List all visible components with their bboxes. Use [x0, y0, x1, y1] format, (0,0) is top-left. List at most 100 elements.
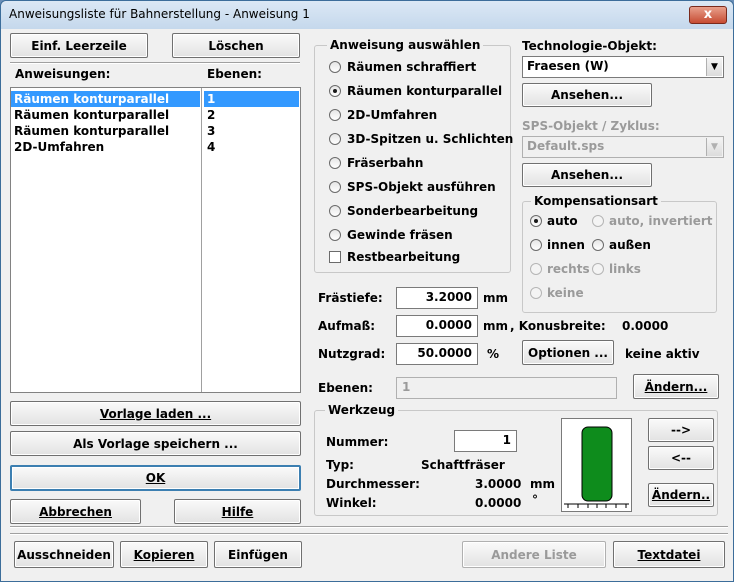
- depth-unit: mm: [483, 291, 509, 305]
- tool-preview: [561, 418, 632, 512]
- levels-column-header: Ebenen:: [207, 67, 262, 81]
- instruction-list[interactable]: Räumen konturparallel 1 Räumen konturparal…: [10, 87, 301, 393]
- help-button[interactable]: Hilfe: [174, 499, 301, 524]
- technology-view-button[interactable]: Ansehen...: [522, 83, 652, 107]
- comp-right-label: rechts: [547, 262, 590, 276]
- instruction-option-radio[interactable]: [329, 61, 341, 73]
- utilization-input[interactable]: 50.0000: [396, 343, 478, 365]
- rest-machining-label: Restbearbeitung: [347, 250, 461, 264]
- list-item-instruction[interactable]: Räumen konturparallel: [11, 123, 200, 139]
- tool-diameter-label: Durchmesser:: [326, 477, 420, 491]
- load-template-button[interactable]: Vorlage laden ...: [10, 401, 301, 426]
- levels-label: Ebenen:: [318, 381, 373, 395]
- paste-button[interactable]: Einfügen: [214, 541, 302, 568]
- window-title: Anweisungsliste für Bahnerstellung - Anw…: [9, 7, 310, 21]
- title-bar: Anweisungsliste für Bahnerstellung - Anw…: [1, 1, 733, 29]
- tool-angle-unit: °: [532, 493, 538, 507]
- tool-angle-label: Winkel:: [326, 496, 377, 510]
- options-button[interactable]: Optionen ...: [522, 340, 614, 365]
- comp-none-label: keine: [547, 286, 584, 300]
- previous-tool-button[interactable]: <--: [648, 446, 714, 470]
- instruction-option-radio[interactable]: [329, 109, 341, 121]
- copy-button[interactable]: Kopieren: [120, 541, 208, 568]
- comp-none-radio: [530, 287, 542, 299]
- cut-button[interactable]: Ausschneiden: [14, 541, 114, 568]
- save-template-button[interactable]: Als Vorlage speichern ...: [10, 431, 301, 456]
- list-item-level[interactable]: 3: [204, 123, 299, 139]
- list-item-instruction[interactable]: Räumen konturparallel: [11, 91, 200, 107]
- allowance-label: Aufmaß:: [318, 319, 376, 333]
- comp-outside-radio[interactable]: [592, 239, 604, 251]
- instruction-option-radio[interactable]: [329, 205, 341, 217]
- options-status: keine aktiv: [625, 347, 700, 361]
- column-divider: [201, 88, 202, 392]
- sps-label: SPS-Objekt / Zyklus:: [522, 119, 660, 133]
- chevron-down-icon: ▼: [706, 138, 722, 156]
- list-item-instruction[interactable]: Räumen konturparallel: [11, 107, 200, 123]
- comp-auto-radio[interactable]: [530, 215, 542, 227]
- cone-width-label: , Konusbreite:: [510, 319, 606, 333]
- sps-view-button[interactable]: Ansehen...: [522, 163, 652, 187]
- instruction-option-radio[interactable]: [329, 229, 341, 241]
- tool-legend: Werkzeug: [325, 403, 399, 417]
- tool-number-label: Nummer:: [326, 435, 389, 449]
- cancel-button[interactable]: Abbrechen: [10, 499, 141, 524]
- tool-shape: [581, 426, 613, 502]
- instruction-option-label: 3D-Spitzen u. Schlichten: [347, 132, 514, 146]
- chevron-down-icon: ▼: [706, 58, 722, 76]
- comp-inside-radio[interactable]: [530, 239, 542, 251]
- close-icon: x: [703, 7, 713, 22]
- instruction-option-radio[interactable]: [329, 85, 341, 97]
- rest-machining-checkbox[interactable]: [329, 251, 341, 263]
- other-list-button: Andere Liste: [462, 541, 606, 568]
- levels-input: 1: [396, 377, 617, 399]
- cone-width-value: 0.0000: [622, 319, 669, 333]
- list-item-level[interactable]: 2: [204, 107, 299, 123]
- instruction-option-radio[interactable]: [329, 181, 341, 193]
- comp-inside-label: innen: [547, 238, 585, 252]
- tool-number-input[interactable]: 1: [454, 430, 517, 452]
- comp-right-radio: [530, 263, 542, 275]
- instruction-option-radio[interactable]: [329, 133, 341, 145]
- comp-outside-label: außen: [609, 238, 651, 252]
- comp-auto-inverted-label: auto, invertiert: [609, 214, 713, 228]
- next-tool-button[interactable]: -->: [648, 418, 714, 442]
- dialog-body: Einf. Leerzeile Löschen Anweisungen: Ebe…: [5, 29, 729, 577]
- tool-diameter-unit: mm: [530, 477, 556, 491]
- utilization-unit: %: [487, 347, 500, 361]
- depth-label: Frästiefe:: [318, 291, 383, 305]
- tool-change-button[interactable]: Ändern..: [648, 483, 714, 507]
- allowance-input[interactable]: 0.0000: [396, 315, 478, 337]
- ok-button[interactable]: OK: [10, 465, 301, 491]
- instruction-option-label: Räumen konturparallel: [347, 84, 503, 98]
- tool-type-label: Typ:: [326, 458, 354, 472]
- instruction-option-label: Räumen schraffiert: [347, 60, 477, 74]
- bottom-divider-2: [10, 533, 728, 535]
- sps-select: Default.sps ▼: [522, 136, 724, 158]
- depth-input[interactable]: 3.2000: [396, 287, 478, 309]
- comp-auto-inverted-radio: [592, 215, 604, 227]
- tool-scale-ticks: [567, 504, 627, 508]
- bottom-divider-1: [10, 526, 728, 528]
- delete-button[interactable]: Löschen: [172, 33, 300, 58]
- comp-auto-label: auto: [547, 214, 578, 228]
- technology-select[interactable]: Fraesen (W) ▼: [522, 56, 724, 78]
- compensation-legend: Kompensationsart: [531, 194, 661, 208]
- instruction-option-radio[interactable]: [329, 157, 341, 169]
- levels-change-button[interactable]: Ändern...: [633, 374, 719, 399]
- list-item-instruction[interactable]: 2D-Umfahren: [11, 139, 200, 155]
- allowance-unit: mm: [483, 319, 509, 333]
- tool-diameter-value: 3.0000: [475, 477, 522, 491]
- close-button[interactable]: x: [689, 6, 727, 24]
- tool-type-value: Schaftfräser: [421, 458, 505, 472]
- list-item-level[interactable]: 4: [204, 139, 299, 155]
- comp-left-label: links: [609, 262, 641, 276]
- instruction-option-label: Gewinde fräsen: [347, 228, 453, 242]
- text-file-button[interactable]: Textdatei: [613, 541, 725, 568]
- technology-label: Technologie-Objekt:: [522, 39, 657, 53]
- instruction-option-label: Sonderbearbeitung: [347, 204, 479, 218]
- list-item-level[interactable]: 1: [204, 91, 299, 107]
- dialog-window: Anweisungsliste für Bahnerstellung - Anw…: [0, 0, 734, 582]
- divider: [10, 62, 300, 64]
- insert-empty-line-button[interactable]: Einf. Leerzeile: [10, 33, 148, 58]
